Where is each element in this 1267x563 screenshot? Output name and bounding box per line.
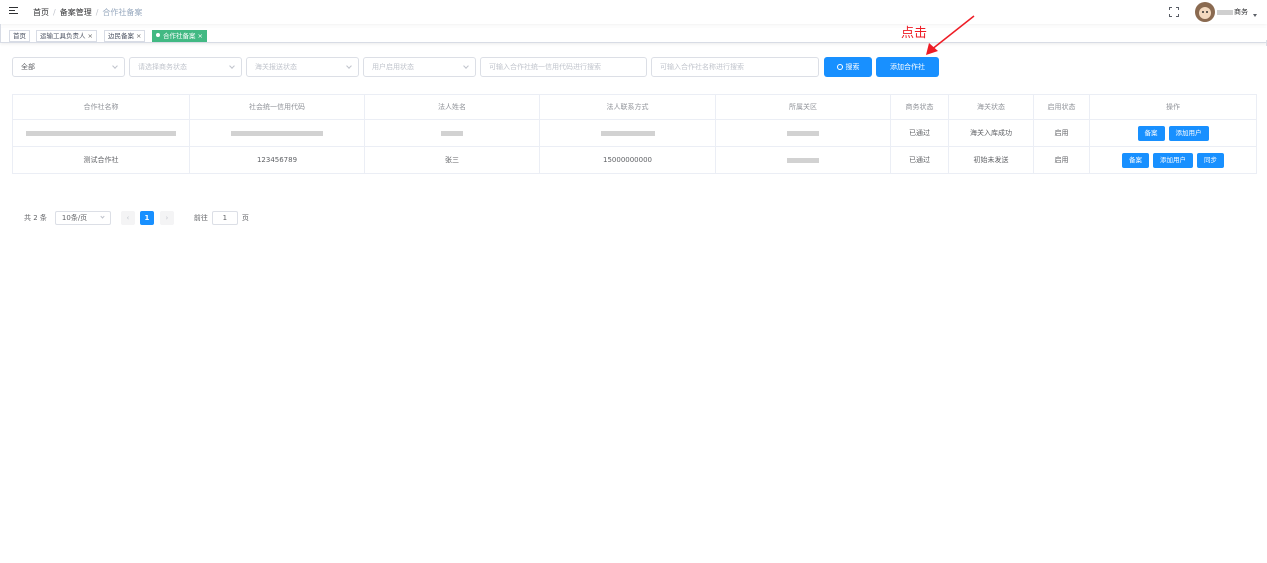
tag-home[interactable]: 首页 xyxy=(9,30,30,42)
tag-transport-manager[interactable]: 运输工具负责人 × xyxy=(36,30,97,42)
caret-down-icon[interactable] xyxy=(1253,13,1257,17)
cell-customs-status: 海关入库成功 xyxy=(948,119,1034,147)
tag-coop-registration[interactable]: 合作社备案 × xyxy=(152,30,207,42)
cell-legal-name-redacted xyxy=(364,119,540,147)
add-user-button[interactable]: 添加用户 xyxy=(1153,152,1193,168)
close-icon[interactable]: × xyxy=(198,32,203,40)
goto-suffix: 页 xyxy=(241,214,249,222)
table-header-row: 合作社名称 社会统一信用代码 法人姓名 法人联系方式 所属关区 商务状态 海关状… xyxy=(12,94,1257,120)
next-page-button[interactable]: › xyxy=(159,211,174,225)
breadcrumb: 首页 / 备案管理 / 合作社备案 xyxy=(33,8,143,17)
tags-view: 首页 运输工具负责人 × 边民备案 × 合作社备案 × xyxy=(0,24,1267,43)
chevron-right-icon: › xyxy=(165,214,169,222)
business-status-select[interactable]: 请选择商务状态 xyxy=(129,57,242,77)
cell-business-status: 已通过 xyxy=(890,146,949,174)
register-button[interactable]: 备案 xyxy=(1137,125,1165,141)
search-icon xyxy=(836,64,843,70)
annotation-arrow xyxy=(926,15,975,55)
table-row: 测试合作社 123456789 张三 15000000000 已通过 初始未发送… xyxy=(12,146,1257,174)
search-button[interactable]: 搜索 xyxy=(824,57,872,77)
col-header-credit-code: 社会统一信用代码 xyxy=(189,94,365,120)
col-header-customs-status: 海关状态 xyxy=(948,94,1034,120)
add-coop-button[interactable]: 添加合作社 xyxy=(876,57,939,77)
coop-name-search-input[interactable]: 可输入合作社名称进行搜索 xyxy=(651,57,819,77)
close-icon[interactable]: × xyxy=(136,32,141,40)
close-icon[interactable]: × xyxy=(88,32,93,40)
fullscreen-icon[interactable] xyxy=(1169,7,1179,17)
scope-select[interactable]: 全部 xyxy=(12,57,125,77)
goto-page-input[interactable]: 1 xyxy=(211,211,238,225)
pagination: 共 2 条 10条/页 ‹ 1 › 前往 1 页 xyxy=(24,211,249,225)
prev-page-button[interactable]: ‹ xyxy=(120,211,135,225)
col-header-actions: 操作 xyxy=(1089,94,1257,120)
col-header-name: 合作社名称 xyxy=(12,94,190,120)
table-row: 已通过 海关入库成功 启用 备案 添加用户 xyxy=(12,119,1257,147)
cell-name-redacted xyxy=(12,119,190,147)
user-status-select[interactable]: 用户启用状态 xyxy=(363,57,476,77)
hamburger-icon[interactable] xyxy=(9,7,19,15)
cell-actions: 备案 添加用户 同步 xyxy=(1089,146,1257,174)
cell-business-status: 已通过 xyxy=(890,119,949,147)
cell-enable-status: 启用 xyxy=(1033,146,1090,174)
cell-credit-code-redacted xyxy=(189,119,365,147)
add-user-button[interactable]: 添加用户 xyxy=(1168,125,1209,141)
credit-code-search-input[interactable]: 可输入合作社统一信用代码进行搜索 xyxy=(480,57,647,77)
col-header-business-status: 商务状态 xyxy=(890,94,949,120)
col-header-enable-status: 启用状态 xyxy=(1033,94,1090,120)
cell-phone: 15000000000 xyxy=(539,146,716,174)
cell-enable-status: 启用 xyxy=(1033,119,1090,147)
breadcrumb-section[interactable]: 备案管理 xyxy=(60,8,92,17)
username[interactable]: 商务 xyxy=(1217,7,1248,17)
pagination-total: 共 2 条 xyxy=(24,214,47,222)
coop-table: 合作社名称 社会统一信用代码 法人姓名 法人联系方式 所属关区 商务状态 海关状… xyxy=(12,94,1257,174)
customs-status-select[interactable]: 海关报送状态 xyxy=(246,57,359,77)
cell-customs-status: 初始未发送 xyxy=(948,146,1034,174)
cell-credit-code: 123456789 xyxy=(189,146,365,174)
breadcrumb-current: 合作社备案 xyxy=(102,8,143,17)
tag-border-resident[interactable]: 边民备案 × xyxy=(104,30,146,42)
user-avatar[interactable] xyxy=(1195,2,1215,22)
cell-name: 测试合作社 xyxy=(12,146,190,174)
col-header-customs-area: 所属关区 xyxy=(715,94,891,120)
breadcrumb-home[interactable]: 首页 xyxy=(33,8,49,17)
sync-button[interactable]: 同步 xyxy=(1197,152,1224,168)
register-button[interactable]: 备案 xyxy=(1122,152,1149,168)
cell-phone-redacted xyxy=(539,119,716,147)
goto-label: 前往 xyxy=(193,214,208,222)
col-header-legal-name: 法人姓名 xyxy=(364,94,540,120)
cell-actions: 备案 添加用户 xyxy=(1089,119,1257,147)
right-menu: 商务 xyxy=(1169,2,1257,22)
cell-customs-area-redacted xyxy=(715,146,891,174)
chevron-left-icon: ‹ xyxy=(126,214,130,222)
cell-legal-name: 张三 xyxy=(364,146,540,174)
page-size-select[interactable]: 10条/页 xyxy=(54,211,111,225)
top-navbar: 首页 / 备案管理 / 合作社备案 商务 xyxy=(0,0,1267,24)
col-header-phone: 法人联系方式 xyxy=(539,94,716,120)
cell-customs-area-redacted xyxy=(715,119,891,147)
page-number-current[interactable]: 1 xyxy=(139,211,154,225)
